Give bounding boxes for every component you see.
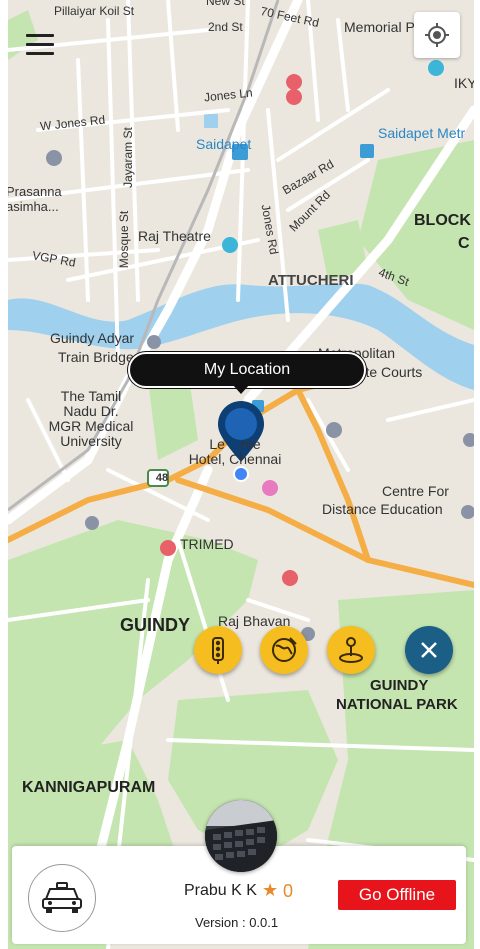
map-label: KANNIGAPURAM <box>22 779 156 796</box>
taxi-icon <box>42 882 82 913</box>
gps-locate-icon <box>425 23 449 47</box>
map-label: Prasanna asimha... <box>8 184 62 214</box>
map-label: Le ...ree Hotel, Chennai <box>188 436 282 467</box>
map-label: TRIMED <box>180 536 234 552</box>
callout-tail <box>232 384 250 394</box>
map-label: GUINDY <box>370 677 429 694</box>
map-label: Guindy Adyar <box>50 330 135 346</box>
map-type-button[interactable] <box>260 626 308 674</box>
nearby-button[interactable] <box>327 626 375 674</box>
menu-icon <box>26 34 54 37</box>
map-label: NATIONAL PARK <box>336 696 458 713</box>
map-label: IKY <box>454 75 474 91</box>
map-pin-person-icon <box>339 637 363 663</box>
map-label: Distance Education <box>322 501 443 517</box>
map-label: New St <box>206 0 245 8</box>
map-label: Saidapet Metr <box>378 125 466 141</box>
map-label: The Tamil Nadu Dr. MGR Medical University <box>48 388 134 449</box>
map-label: 2nd St <box>208 20 243 34</box>
map-label: 48 <box>155 472 169 484</box>
map-label: Mosque St <box>117 210 132 269</box>
map-label: Centre For <box>382 483 449 499</box>
go-offline-button[interactable]: Go Offline <box>338 880 456 910</box>
map-label: Raj Theatre <box>138 228 211 244</box>
vehicle-badge <box>28 864 96 932</box>
map-label: Pillaiyar Koil St <box>54 4 135 18</box>
app-version: Version : 0.0.1 <box>195 915 279 930</box>
map-label: Saidapet <box>196 136 252 152</box>
avatar[interactable] <box>205 800 277 872</box>
my-location-callout: My Location <box>128 352 366 388</box>
map-label: Train Bridge <box>58 349 134 365</box>
locate-me-button[interactable] <box>414 12 460 58</box>
globe-icon <box>272 637 297 662</box>
close-icon <box>421 642 437 658</box>
driver-rating: 0 <box>283 881 294 901</box>
traffic-button[interactable] <box>194 626 242 674</box>
map-label: Jayaram St <box>120 127 135 188</box>
menu-button[interactable] <box>18 28 62 68</box>
close-fab-button[interactable] <box>405 626 453 674</box>
driver-name: Prabu K K <box>184 882 257 899</box>
map-label: ATTUCHERI <box>268 272 354 289</box>
star-icon: ★ <box>262 880 279 900</box>
map-label: GUINDY <box>120 615 191 635</box>
map-label: C <box>458 235 470 252</box>
map-label: BLOCK <box>414 212 471 229</box>
traffic-light-icon <box>212 637 224 664</box>
